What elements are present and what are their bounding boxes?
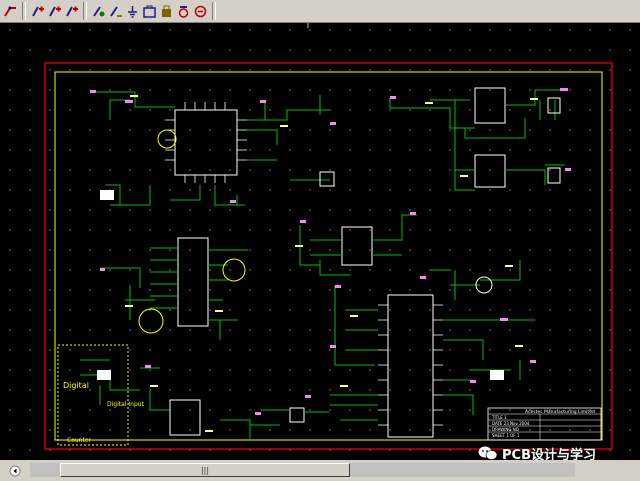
- region-label-digital-input: Digital Input: [107, 401, 145, 408]
- power-icon: [143, 5, 156, 18]
- scroll-left-icon: [9, 465, 21, 476]
- scroll-thumb-grip: |||: [200, 465, 210, 475]
- lock-icon: [162, 5, 171, 17]
- add-pin-icon: [93, 5, 105, 17]
- connector-j1[interactable]: [100, 190, 114, 200]
- toolbar: [0, 0, 640, 23]
- sheet-connector-button[interactable]: [192, 2, 209, 21]
- title-block-row2: DATE 23 Nov 2004: [492, 421, 530, 426]
- region-label-digital: Digital: [63, 381, 89, 390]
- scroll-left-button[interactable]: [0, 460, 30, 481]
- connector-j3[interactable]: [490, 370, 504, 380]
- toolbar-separator: [83, 2, 87, 20]
- wire-icon: [4, 6, 16, 17]
- lock-button[interactable]: [158, 2, 175, 21]
- horizontal-scrollbar[interactable]: |||: [0, 460, 640, 481]
- toolbar-group-1: [2, 1, 19, 22]
- add-part-icon: [49, 6, 61, 16]
- region-label-counter: Counter: [67, 437, 92, 444]
- bus-button[interactable]: [29, 2, 46, 21]
- report-icon: [178, 5, 189, 18]
- add-pin-button[interactable]: [90, 2, 107, 21]
- sheet-connector-icon: [194, 5, 207, 17]
- title-block-row4: SHEET 1 OF 1: [492, 433, 520, 438]
- title-block-row3: DRAWING NO: [492, 427, 519, 432]
- bus-icon: [32, 6, 44, 16]
- power-button[interactable]: [141, 2, 158, 21]
- wechat-icon: [478, 446, 498, 460]
- toolbar-group-3: [90, 1, 209, 22]
- connector-j4[interactable]: [97, 370, 111, 380]
- title-block-company: Acestec Manufacturing Limited: [525, 409, 595, 415]
- schematic-canvas[interactable]: Digital Digital Input Counter Acestec Ma…: [0, 23, 640, 460]
- toolbar-separator: [22, 2, 26, 20]
- add-net-icon: [66, 6, 78, 16]
- ground-button[interactable]: [124, 2, 141, 21]
- add-part-button[interactable]: [46, 2, 63, 21]
- toolbar-group-2: [29, 1, 80, 22]
- report-button[interactable]: [175, 2, 192, 21]
- scroll-thumb[interactable]: |||: [60, 463, 350, 477]
- edit-net-button[interactable]: [107, 2, 124, 21]
- add-net-button[interactable]: [63, 2, 80, 21]
- schematic-drawing: Digital Digital Input Counter Acestec Ma…: [0, 23, 640, 460]
- edit-net-icon: [110, 5, 122, 17]
- toolbar-separator: [212, 2, 216, 20]
- title-block-row1: TITLE 1: [491, 415, 507, 420]
- ground-icon: [128, 5, 137, 18]
- wire-button[interactable]: [2, 2, 19, 21]
